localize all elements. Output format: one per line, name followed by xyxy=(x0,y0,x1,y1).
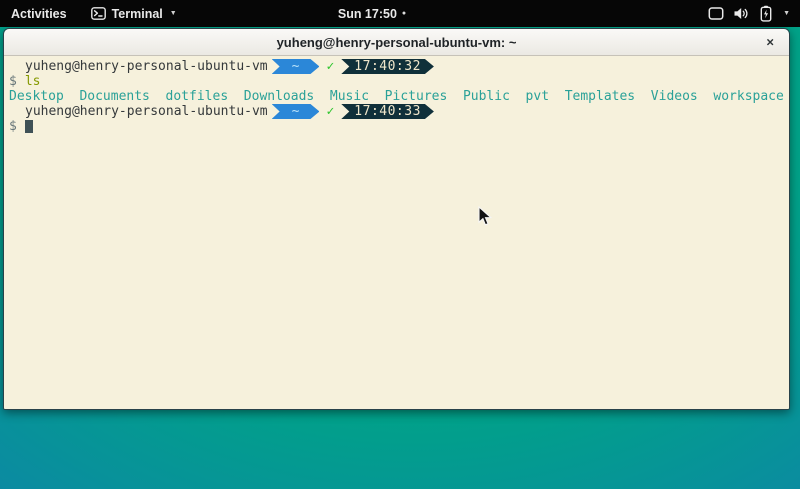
chevron-down-icon: ▼ xyxy=(783,10,790,17)
volume-icon xyxy=(733,6,750,21)
prompt-user-host: yuheng@henry-personal-ubuntu-vm xyxy=(25,59,268,74)
status-check-icon: ✓ xyxy=(326,104,334,119)
status-check-icon: ✓ xyxy=(326,59,334,74)
prompt-dollar: $ xyxy=(9,119,17,134)
command-line: $ ls xyxy=(9,74,789,89)
command-line-current: $ xyxy=(9,119,789,134)
app-menu-terminal[interactable]: Terminal ▼ xyxy=(81,0,187,27)
notification-dot: ● xyxy=(402,10,406,17)
window-titlebar[interactable]: yuheng@henry-personal-ubuntu-vm: ~ × xyxy=(4,29,789,56)
battery-charging-icon xyxy=(759,5,773,22)
top-bar: Activities Terminal ▼ Sun 17:50 ● xyxy=(0,0,800,27)
terminal-content[interactable]: yuheng@henry-personal-ubuntu-vm ~ ✓ 17:4… xyxy=(4,56,789,409)
prompt-line: yuheng@henry-personal-ubuntu-vm ~ ✓ 17:4… xyxy=(9,59,789,74)
close-icon[interactable]: × xyxy=(766,36,774,49)
prompt-cwd-segment: ~ xyxy=(272,104,320,119)
system-status-area[interactable]: ▼ xyxy=(708,0,800,27)
clock-button[interactable]: Sun 17:50 ● xyxy=(338,0,406,27)
prompt-cwd-segment: ~ xyxy=(272,59,320,74)
command-text: ls xyxy=(25,74,41,89)
time-label: 17:40:32 xyxy=(354,59,421,74)
activities-button[interactable]: Activities xyxy=(0,0,81,27)
mouse-cursor xyxy=(478,206,493,227)
prompt-time-segment: 17:40:33 xyxy=(341,104,434,119)
terminal-cursor xyxy=(25,120,33,133)
screen-icon xyxy=(708,6,724,21)
time-label: 17:40:33 xyxy=(354,104,421,119)
clock-label: Sun 17:50 xyxy=(338,7,397,21)
prompt-line: yuheng@henry-personal-ubuntu-vm ~ ✓ 17:4… xyxy=(9,104,789,119)
ls-output-line: Desktop Documents dotfiles Downloads Mus… xyxy=(9,89,789,104)
terminal-window: yuheng@henry-personal-ubuntu-vm: ~ × yuh… xyxy=(3,28,790,410)
prompt-user-host: yuheng@henry-personal-ubuntu-vm xyxy=(25,104,268,119)
window-title: yuheng@henry-personal-ubuntu-vm: ~ xyxy=(277,35,517,50)
cwd-label: ~ xyxy=(292,59,300,74)
prompt-dollar: $ xyxy=(9,74,17,89)
cwd-label: ~ xyxy=(292,104,300,119)
chevron-down-icon: ▼ xyxy=(170,10,177,17)
app-menu-label: Terminal xyxy=(112,7,163,21)
prompt-time-segment: 17:40:32 xyxy=(341,59,434,74)
terminal-icon xyxy=(91,7,106,20)
